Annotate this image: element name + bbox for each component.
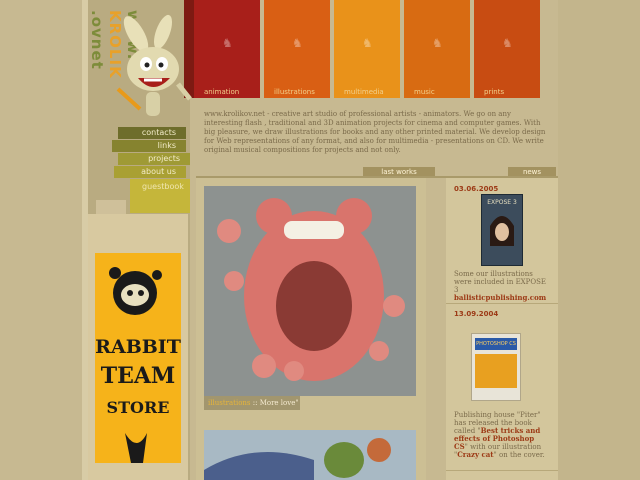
news-book-cover-photoshop[interactable]: PHOTOSHOP CS	[471, 333, 521, 401]
rabbit-mini-icon: ♞	[292, 36, 303, 50]
news-text-c: " on the cover.	[493, 451, 545, 459]
news-text: Some our illustrations were included in …	[454, 270, 546, 302]
store-line2: TEAM	[101, 363, 176, 389]
site-url-suffix: .ovnet	[88, 10, 106, 70]
tab-music[interactable]: ♞ music	[404, 0, 470, 98]
rabbit-mini-icon: ♞	[222, 36, 233, 50]
nav-about-us[interactable]: about us	[114, 166, 186, 178]
store-line3: STORE	[107, 398, 170, 417]
teddy-illustration	[204, 186, 416, 396]
news-text-body: Some our illustrations were included in …	[454, 270, 547, 294]
rabbit-mini-icon: ♞	[502, 36, 513, 50]
tab-animation[interactable]: ♞ animation	[194, 0, 260, 98]
news-link[interactable]: ballisticpublishing.com	[454, 293, 546, 302]
tab-multimedia-label: multimedia	[344, 88, 384, 96]
intro-text: www.krolikov.net - creative art studio o…	[204, 110, 546, 154]
work-caption-separator: ::	[250, 399, 260, 407]
news-text: Publishing house "Piter" has released th…	[454, 411, 548, 459]
news-book-cover-expose[interactable]: EXPOSE 3	[481, 194, 523, 266]
tab-multimedia[interactable]: ♞ multimedia	[334, 0, 400, 98]
rabbit-mini-icon: ♞	[432, 36, 443, 50]
nav-projects[interactable]: projects	[118, 153, 190, 165]
nav-guestbook[interactable]: guestbook	[130, 179, 190, 213]
book-cover-art	[475, 354, 517, 388]
tab-music-label: music	[414, 88, 435, 96]
book-portrait-icon	[490, 216, 514, 246]
site-url-vertical[interactable]: www.KROLIK.ovnet	[88, 10, 142, 180]
news-date: 13.09.2004	[454, 310, 499, 318]
creature-illustration	[204, 430, 416, 480]
news-separator	[446, 470, 558, 471]
work-thumbnail-teddy[interactable]	[204, 186, 416, 396]
tab-illustrations-label: illustrations	[274, 88, 315, 96]
work-caption-category: illustrations	[208, 399, 251, 407]
tab-prints[interactable]: ♞ prints	[474, 0, 540, 98]
work-thumbnail-second[interactable]	[204, 430, 416, 480]
work-caption[interactable]: illustrations :: More love"	[204, 396, 300, 410]
store-line1: RABBIT	[95, 336, 181, 358]
book-title: PHOTOSHOP CS	[475, 338, 517, 350]
news-separator	[446, 303, 558, 304]
work-caption-title: More love"	[259, 399, 299, 407]
rabbit-mascot-logo[interactable]	[108, 14, 198, 129]
nav-contacts[interactable]: contacts	[118, 127, 186, 139]
news-link-illustration[interactable]: Crazy cat	[457, 450, 493, 459]
news-date: 03.06.2005	[454, 185, 499, 193]
nav-links[interactable]: links	[112, 140, 186, 152]
tab-illustrations[interactable]: ♞ illustrations	[264, 0, 330, 98]
tab-prints-label: prints	[484, 88, 505, 96]
tab-animation-label: animation	[204, 88, 240, 96]
right-background	[558, 0, 640, 480]
rabbit-mini-icon: ♞	[362, 36, 373, 50]
book-title: EXPOSE 3	[487, 199, 517, 206]
rabbit-splat-icon: RABBIT TEAM STORE	[95, 267, 181, 463]
rabbit-team-store-banner[interactable]: RABBIT TEAM STORE	[95, 253, 181, 463]
